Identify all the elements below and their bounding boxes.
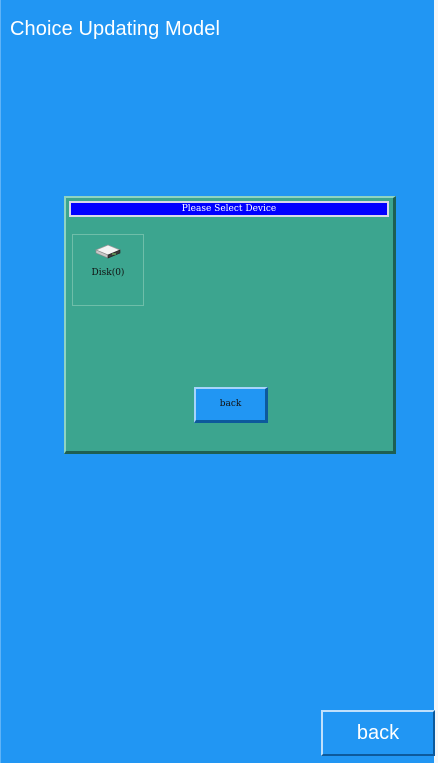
screen-right-edge xyxy=(434,0,438,763)
dialog-back-button[interactable]: back xyxy=(194,387,268,423)
dialog-title: Please Select Device xyxy=(69,201,389,217)
page-title: Choice Updating Model xyxy=(10,18,221,40)
select-device-dialog: Please Select Device Disk(0) back xyxy=(64,196,396,454)
back-button[interactable]: back xyxy=(321,710,435,756)
device-label: Disk(0) xyxy=(91,268,125,278)
screen-left-edge xyxy=(0,0,1,763)
update-model-screen: Choice Updating Model Please Select Devi… xyxy=(0,0,438,763)
device-item-disk-0[interactable]: Disk(0) xyxy=(72,234,144,306)
disk-drive-icon xyxy=(94,244,122,259)
